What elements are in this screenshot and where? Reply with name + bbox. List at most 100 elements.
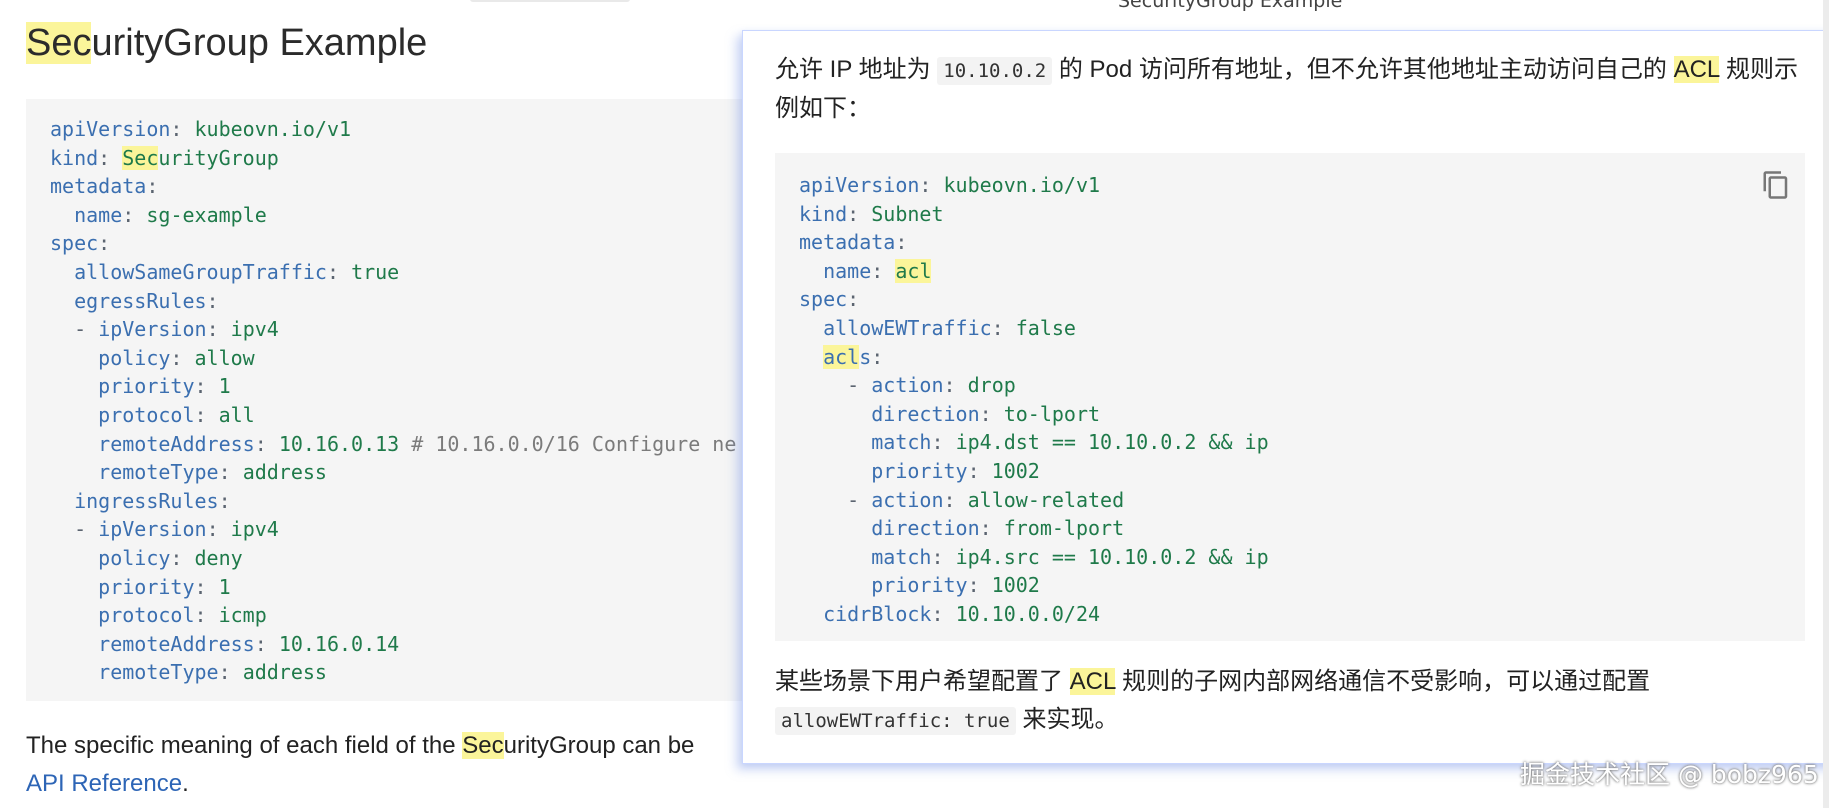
code-token: urityGroup	[158, 145, 279, 170]
code-token: 10.16.0.13	[278, 431, 412, 456]
code-token: :	[254, 431, 279, 456]
code-token: 10.16.0.14	[278, 631, 400, 656]
code-token: :	[194, 574, 219, 599]
code-token: -	[74, 517, 99, 542]
code-listing: apiVersion: kubeovn.io/v1 kind: Subnet met…	[799, 171, 1805, 629]
code-line: remoteAddress: 10.16.0.13 # 10.16.0.0/16…	[50, 430, 786, 459]
search-highlight: ACL	[1069, 668, 1116, 695]
ew-traffic-paragraph: 某些场景下用户希望配置了 ACL 规则的子网内部网络通信不受影响，可以通过配置 …	[775, 663, 1815, 740]
code-line: name: acl	[799, 257, 1805, 286]
code-token: spec	[50, 231, 99, 256]
code-listing: apiVersion: kubeovn.io/v1 kind: SecurityG…	[50, 115, 786, 687]
cropped-top-element	[470, 0, 630, 2]
code-line: remoteAddress: 10.16.0.14	[50, 630, 786, 659]
code-line: kind: Subnet	[799, 200, 1805, 229]
code-token: :	[206, 317, 231, 342]
paragraph-text: 某些场景下用户希望配置了	[775, 668, 1070, 695]
code-line: - action: allow-related	[799, 486, 1805, 515]
code-token: remoteAddress	[98, 631, 255, 656]
code-token: drop	[967, 373, 1016, 398]
code-token: policy	[98, 345, 171, 370]
code-token: ip4.dst == 10.10.0.2 && ip	[955, 430, 1269, 455]
code-token: ipv4	[230, 517, 279, 542]
code-token: -	[847, 373, 872, 398]
code-line: allowSameGroupTraffic: true	[50, 258, 786, 287]
code-token: :	[895, 230, 908, 255]
code-token: allow-related	[967, 487, 1125, 512]
code-token: :	[931, 601, 956, 626]
code-token: ipv4	[230, 317, 279, 342]
code-token: :	[122, 202, 147, 227]
scrollbar[interactable]	[1823, 0, 1829, 808]
code-token: remoteType	[98, 460, 219, 485]
code-token: to-lport	[1003, 401, 1101, 426]
code-line: remoteType: address	[50, 458, 786, 487]
code-token: :	[847, 201, 872, 226]
acl-code-block[interactable]: apiVersion: kubeovn.io/v1 kind: Subnet met…	[775, 153, 1805, 641]
api-reference-link[interactable]: API Reference	[26, 770, 182, 797]
code-token: icmp	[218, 603, 267, 628]
code-token: match	[871, 430, 932, 455]
code-token: :	[919, 173, 944, 197]
code-token: kind	[50, 145, 99, 170]
code-token: match	[871, 544, 932, 569]
code-token: :	[170, 545, 195, 570]
code-token: 1002	[991, 573, 1040, 598]
code-token: kubeovn.io/v1	[194, 117, 352, 141]
search-highlight: acl	[823, 344, 860, 369]
code-token: :	[218, 460, 243, 485]
code-token: allowEWTraffic	[823, 315, 992, 340]
code-token: :	[871, 258, 896, 283]
search-highlight: Sec	[122, 145, 159, 170]
code-token: protocol	[98, 603, 195, 628]
code-token: allowSameGroupTraffic	[74, 259, 327, 284]
inline-code-allow-ew: allowEWTraffic: true	[775, 707, 1016, 735]
code-token: spec	[799, 287, 848, 312]
preview-popup[interactable]: 允许 IP 地址为 10.10.0.2 的 Pod 访问所有地址，但不允许其他地…	[742, 30, 1829, 764]
code-line: egressRules:	[50, 287, 786, 316]
paragraph-text: 来实现。	[1015, 706, 1119, 733]
code-token: kubeovn.io/v1	[943, 173, 1101, 197]
code-token: name	[74, 202, 123, 227]
code-token: :	[967, 573, 992, 598]
code-token: kind	[799, 201, 848, 226]
copy-code-button[interactable]	[1761, 169, 1791, 201]
code-line: - action: drop	[799, 371, 1805, 400]
code-line: apiVersion: kubeovn.io/v1	[50, 115, 786, 144]
page-title: SecurityGroup Example	[26, 22, 427, 65]
code-line: allowEWTraffic: false	[799, 314, 1805, 343]
paragraph-text: urityGroup can be	[503, 732, 695, 759]
code-token: :	[871, 344, 884, 369]
code-line: spec:	[799, 285, 1805, 314]
code-token: priority	[98, 374, 195, 399]
code-token: 1	[218, 374, 231, 399]
code-token: :	[206, 288, 219, 313]
watermark: 掘金技术社区 @ bobz965	[1520, 760, 1819, 789]
code-token: :	[206, 517, 231, 542]
paragraph-text: 规则的子网内部网络通信不受影响，可以通过配置	[1115, 668, 1651, 695]
security-group-code-block[interactable]: apiVersion: kubeovn.io/v1 kind: SecurityG…	[26, 99, 786, 701]
code-token: metadata	[50, 174, 147, 199]
copy-icon	[1763, 171, 1788, 199]
code-token: priority	[871, 458, 968, 483]
code-token: priority	[98, 574, 195, 599]
code-token: # 10.16.0.0/16 Configure ne	[411, 431, 737, 456]
code-token: :	[170, 345, 195, 370]
code-token: ip4.src == 10.10.0.2 && ip	[955, 544, 1269, 569]
search-highlight: Sec	[462, 732, 504, 759]
